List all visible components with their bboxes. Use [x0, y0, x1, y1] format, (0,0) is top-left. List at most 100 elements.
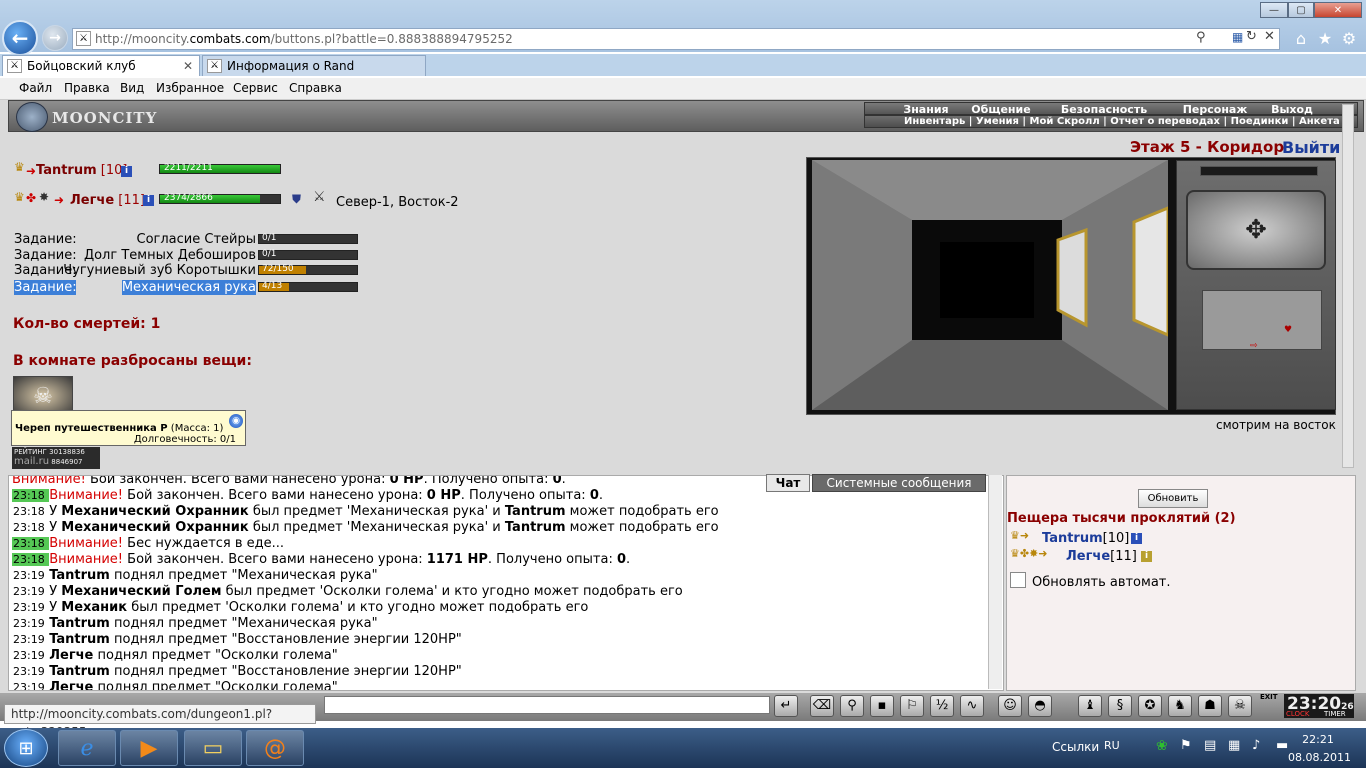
tab-info-rand[interactable]: ⚔ Информация о Rand: [202, 55, 426, 76]
chat-timestamp[interactable]: 23:18: [12, 537, 50, 550]
minimap[interactable]: [1202, 290, 1322, 350]
quest-progress-bar: 0/1: [258, 249, 358, 260]
close-window-button[interactable]: ✕: [1314, 2, 1362, 18]
chat-timestamp[interactable]: 23:19: [12, 665, 50, 678]
quest-name[interactable]: Долг Темных Дебоширов: [84, 248, 256, 263]
tab-chat[interactable]: Чат: [766, 474, 810, 492]
chat-timestamp[interactable]: 23:19: [12, 649, 50, 662]
minimize-button[interactable]: —: [1260, 2, 1288, 18]
maximize-button[interactable]: ▢: [1288, 2, 1314, 18]
icq-tray-icon[interactable]: ❀: [1156, 738, 1168, 754]
chat-timestamp[interactable]: 23:18: [12, 489, 50, 502]
menu-security[interactable]: Безопасность: [1056, 103, 1152, 116]
smiley-icon[interactable]: ☺: [998, 695, 1022, 717]
favorites-icon[interactable]: ★: [1316, 30, 1334, 48]
translit-icon[interactable]: ½: [930, 695, 954, 717]
menu-knowledge[interactable]: Знания: [900, 103, 952, 116]
chat-timestamp[interactable]: 23:19: [12, 585, 50, 598]
menu-social[interactable]: Общение: [968, 103, 1034, 116]
game-scrollbar[interactable]: [1342, 104, 1354, 468]
tab-close-icon[interactable]: ✕: [183, 59, 193, 73]
menu-tools[interactable]: Сервис: [233, 81, 278, 95]
tools-gear-icon[interactable]: ⚙: [1340, 30, 1358, 48]
exit-link[interactable]: Выйти: [1282, 138, 1340, 157]
quest-name[interactable]: Механическая рука: [121, 280, 256, 295]
compat-view-icon[interactable]: ▦: [1232, 30, 1243, 44]
chat-timestamp[interactable]: 23:18: [12, 505, 50, 518]
room-member-tantrum[interactable]: Tantrum[10]: [1042, 531, 1129, 546]
language-indicator[interactable]: RU: [1104, 739, 1120, 752]
menu-help[interactable]: Справка: [289, 81, 342, 95]
chat-timestamp[interactable]: 23:19: [12, 569, 50, 582]
member-info-icon[interactable]: i: [1141, 551, 1152, 562]
links-toolbar[interactable]: Ссылки: [1052, 740, 1099, 754]
refresh-button[interactable]: Обновить: [1138, 489, 1208, 508]
room-member-legche[interactable]: Легче[11]: [1066, 549, 1137, 564]
home-icon[interactable]: ⌂: [1292, 30, 1310, 48]
volume-tray-icon[interactable]: ♪: [1252, 738, 1260, 753]
player-info-icon[interactable]: i: [121, 166, 132, 177]
menu-view[interactable]: Вид: [120, 81, 144, 95]
chat-timestamp[interactable]: 23:18: [12, 553, 50, 566]
globe-icon[interactable]: ◉: [229, 414, 243, 428]
search-icon[interactable]: ⚲: [1196, 30, 1206, 45]
media-player-taskbar-icon[interactable]: ▶: [120, 730, 178, 766]
send-icon[interactable]: ↵: [774, 695, 798, 717]
power-tray-icon[interactable]: ▬: [1276, 738, 1288, 753]
pet-icon[interactable]: ♞: [1168, 695, 1192, 717]
corridor-render[interactable]: [812, 160, 1168, 410]
chat-input[interactable]: [324, 696, 770, 714]
explorer-taskbar-icon[interactable]: ▭: [184, 730, 242, 766]
quest-name[interactable]: Согласие Стейры: [137, 232, 256, 247]
tab-fight-club[interactable]: ⚔ Бойцовский клуб ✕: [2, 55, 200, 76]
chat-scrollbar[interactable]: [988, 475, 1002, 689]
scroll-icon[interactable]: §: [1108, 695, 1132, 717]
filter-icon[interactable]: ⚲: [840, 695, 864, 717]
address-bar[interactable]: http://mooncity. combats.com/buttons.pl?b…: [72, 28, 1280, 50]
player-legche[interactable]: Легче [11]: [70, 193, 145, 208]
smile-bw-icon[interactable]: ∿: [960, 695, 984, 717]
refresh-icon[interactable]: ↻: [1246, 29, 1257, 44]
exit-small-label[interactable]: EXIT: [1260, 693, 1278, 701]
member-info-icon[interactable]: i: [1131, 533, 1142, 544]
helmet-icon[interactable]: ◓: [1028, 695, 1052, 717]
compass-control[interactable]: ✥: [1186, 190, 1326, 270]
tray-date[interactable]: 08.08.2011: [1288, 751, 1351, 764]
menu-character[interactable]: Персонаж: [1176, 103, 1254, 116]
chat-timestamp[interactable]: 23:19: [12, 617, 50, 630]
devices-tray-icon[interactable]: ▤: [1204, 738, 1216, 753]
chat-timestamp[interactable]: 23:19: [12, 633, 50, 646]
bag-icon[interactable]: ♝: [1078, 695, 1102, 717]
ie-taskbar-icon[interactable]: ℯ: [58, 730, 116, 766]
chat-line: 23:19 Tantrum поднял предмет "Восстановл…: [12, 632, 462, 647]
network-tray-icon[interactable]: ▦: [1228, 738, 1240, 753]
player-info-icon[interactable]: i: [143, 195, 154, 206]
save-icon[interactable]: ▪: [870, 695, 894, 717]
menu-favorites[interactable]: Избранное: [156, 81, 224, 95]
player-tantrum[interactable]: Tantrum [10]: [36, 163, 127, 178]
effects-icon[interactable]: ✪: [1138, 695, 1162, 717]
eraser-icon[interactable]: ⌫: [810, 695, 834, 717]
mail-agent-taskbar-icon[interactable]: @: [246, 730, 304, 766]
inventory-icon[interactable]: ☗: [1198, 695, 1222, 717]
start-button[interactable]: ⊞: [4, 729, 48, 767]
stop-icon[interactable]: ✕: [1264, 29, 1275, 44]
tab-system-messages[interactable]: Системные сообщения: [812, 474, 986, 492]
rating-counter[interactable]: РЕЙТИНГ 30138836 mail.ru 8846907: [12, 447, 100, 469]
menu-exit[interactable]: Выход: [1266, 103, 1318, 116]
chat-timestamp[interactable]: 23:19: [12, 601, 50, 614]
menu-file[interactable]: Файл: [19, 81, 52, 95]
flag-tray-icon[interactable]: ⚑: [1180, 738, 1192, 753]
sub-menu-links[interactable]: Инвентарь | Умения | Мой Скролл | Отчет …: [904, 116, 1340, 127]
menu-edit[interactable]: Правка: [64, 81, 110, 95]
skull-toolbar-icon[interactable]: ☠: [1228, 695, 1252, 717]
chat-timestamp[interactable]: 23:18: [12, 521, 50, 534]
auto-refresh-checkbox[interactable]: [1010, 572, 1026, 588]
quest-name[interactable]: Чугуниевый зуб Коротышки: [63, 263, 256, 278]
tray-time[interactable]: 22:21: [1298, 733, 1338, 746]
forward-button[interactable]: →: [42, 25, 68, 51]
chat-timestamp[interactable]: 23:19: [12, 681, 50, 690]
back-button[interactable]: ←: [2, 20, 38, 56]
walk-icon[interactable]: ⚐: [900, 695, 924, 717]
crossed-swords-icon[interactable]: ⚔: [313, 189, 326, 205]
